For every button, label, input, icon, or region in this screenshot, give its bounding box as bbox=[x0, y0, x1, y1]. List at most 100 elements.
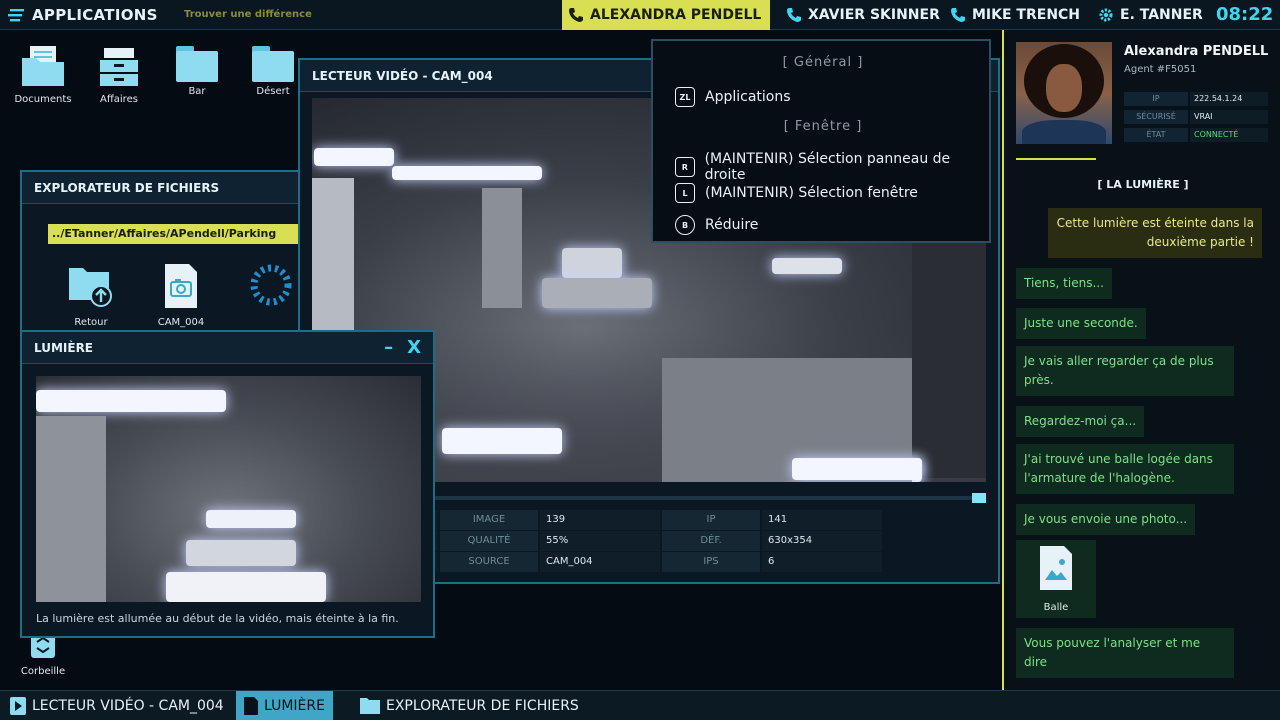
explorer-item-label: Retour bbox=[74, 317, 108, 328]
chat-message-received: Tiens, tiens... bbox=[1016, 268, 1112, 299]
desktop-icon-documents[interactable]: Documents bbox=[8, 46, 78, 105]
info-key: IMAGE bbox=[440, 510, 538, 530]
menu-item-minimize[interactable]: B Réduire bbox=[675, 215, 758, 235]
play-file-icon bbox=[10, 697, 26, 715]
menu-item-label: Réduire bbox=[705, 217, 759, 233]
info-key: IP bbox=[662, 510, 760, 530]
agent-id: Agent #F5051 bbox=[1124, 64, 1197, 75]
chat-topic: [ LA LUMIÈRE ] bbox=[1097, 178, 1189, 191]
taskbar-label: LECTEUR VIDÉO - CAM_004 bbox=[32, 698, 224, 714]
gear-icon bbox=[1099, 8, 1113, 22]
window-title: LECTEUR VIDÉO - CAM_004 bbox=[312, 68, 493, 83]
lumiere-image bbox=[36, 376, 421, 602]
desktop-icon-label: Affaires bbox=[100, 94, 138, 105]
info-value: 55% bbox=[540, 531, 660, 551]
avatar bbox=[1016, 42, 1112, 144]
chat-attachment-balle[interactable]: Balle bbox=[1016, 540, 1096, 618]
explorer-path: ../ETanner/Affaires/APendell/Parking bbox=[48, 224, 298, 244]
info-key: IPS bbox=[662, 552, 760, 572]
file-explorer-window[interactable]: EXPLORATEUR DE FICHIERS ../ETanner/Affai… bbox=[20, 170, 310, 350]
taskbar: LECTEUR VIDÉO - CAM_004 LUMIÈRE EXPLORAT… bbox=[0, 690, 1280, 720]
menu-item-label: Applications bbox=[705, 89, 791, 105]
info-key: SÉCURISÉ bbox=[1124, 110, 1188, 124]
info-key: QUALITÉ bbox=[440, 531, 538, 551]
info-value: 141 bbox=[762, 510, 882, 530]
explorer-item-label: CAM_004 bbox=[157, 317, 205, 328]
info-key: DÉF. bbox=[662, 531, 760, 551]
phone-icon bbox=[951, 8, 965, 22]
controls-menu: [ Général ] ZL Applications [ Fenêtre ] … bbox=[651, 39, 991, 243]
contact-e-tanner[interactable]: E. TANNER bbox=[1092, 0, 1209, 30]
b-button-icon: B bbox=[675, 215, 695, 235]
desktop-icon-bar[interactable]: Bar bbox=[162, 46, 232, 97]
zl-button-icon: ZL bbox=[675, 87, 695, 107]
attachment-label: Balle bbox=[1043, 602, 1069, 613]
info-value: 222.54.1.24 bbox=[1190, 92, 1268, 106]
lumiere-caption: La lumière est allumée au début de la vi… bbox=[36, 612, 399, 625]
lumiere-window[interactable]: LUMIÈRE – X La lumière est allumée au dé… bbox=[20, 330, 435, 638]
agent-info-state: ÉTAT CONNECTÉ bbox=[1124, 128, 1268, 142]
menu-heading-window: [ Fenêtre ] bbox=[783, 119, 863, 134]
desktop-icon-affaires[interactable]: Affaires bbox=[84, 46, 154, 105]
taskbar-item-file-explorer[interactable]: EXPLORATEUR DE FICHIERS bbox=[352, 691, 587, 720]
contact-label: E. TANNER bbox=[1120, 7, 1203, 23]
info-value: CAM_004 bbox=[540, 552, 660, 572]
agent-chat-panel[interactable]: Alexandra PENDELL Agent #F5051 IP 222.54… bbox=[1002, 30, 1280, 690]
image-file-icon bbox=[1040, 546, 1072, 590]
folder-upload-icon bbox=[69, 268, 112, 307]
taskbar-item-lumiere[interactable]: LUMIÈRE bbox=[236, 691, 333, 720]
menu-item-select-right-panel[interactable]: R (MAINTENIR) Sélection panneau de droit… bbox=[675, 151, 989, 183]
contact-xavier-skinner[interactable]: XAVIER SKINNER bbox=[780, 0, 946, 30]
documents-folder-icon bbox=[22, 46, 64, 86]
agent-name: Alexandra PENDELL bbox=[1124, 44, 1269, 59]
desktop-icon-label: Documents bbox=[14, 94, 72, 105]
hint-text: Trouver une différence bbox=[184, 9, 312, 20]
menu-heading-general: [ Général ] bbox=[782, 55, 864, 70]
window-title: LUMIÈRE bbox=[34, 340, 94, 355]
desktop-icon-label: Corbeille bbox=[20, 666, 66, 677]
chat-message-received: Juste une seconde. bbox=[1016, 308, 1146, 339]
chat-message-received: Regardez-moi ça... bbox=[1016, 406, 1145, 437]
menu-item-label: (MAINTENIR) Sélection panneau de droite bbox=[704, 151, 951, 183]
image-file-icon bbox=[165, 264, 197, 308]
lumiere-titlebar[interactable]: LUMIÈRE – X bbox=[22, 332, 433, 364]
phone-icon bbox=[787, 8, 801, 22]
window-title: EXPLORATEUR DE FICHIERS bbox=[34, 180, 220, 195]
info-value: 6 bbox=[762, 552, 882, 572]
contact-label: ALEXANDRA PENDELL bbox=[590, 7, 762, 23]
agent-info-secure: SÉCURISÉ VRAI bbox=[1124, 110, 1268, 124]
menu-item-select-window[interactable]: L (MAINTENIR) Sélection fenêtre bbox=[675, 183, 918, 203]
chat-message-received: Vous pouvez l'analyser et me dire bbox=[1016, 628, 1234, 678]
applications-menu[interactable]: APPLICATIONS bbox=[8, 4, 158, 26]
desktop-icon-label: Bar bbox=[188, 86, 206, 97]
folder-icon bbox=[360, 698, 380, 714]
video-progress-handle[interactable] bbox=[972, 493, 986, 503]
contact-alexandra-pendell[interactable]: ALEXANDRA PENDELL bbox=[562, 0, 770, 30]
status-badge: CONNECTÉ bbox=[1190, 128, 1268, 142]
explorer-item-retour[interactable]: Retour bbox=[56, 264, 126, 328]
file-explorer-titlebar[interactable]: EXPLORATEUR DE FICHIERS bbox=[22, 172, 308, 204]
info-key: ÉTAT bbox=[1124, 128, 1188, 142]
contact-mike-trench[interactable]: MIKE TRENCH bbox=[944, 0, 1086, 30]
file-cabinet-icon bbox=[100, 48, 138, 86]
close-button[interactable]: X bbox=[407, 337, 421, 358]
folder-icon bbox=[176, 46, 218, 82]
chat-message-received: J'ai trouvé une balle logée dans l'armat… bbox=[1016, 444, 1234, 494]
info-value: VRAI bbox=[1190, 110, 1268, 124]
r-button-icon: R bbox=[675, 157, 695, 177]
menu-item-label: (MAINTENIR) Sélection fenêtre bbox=[705, 185, 918, 201]
chat-message-received: Je vais aller regarder ça de plus près. bbox=[1016, 346, 1234, 396]
desktop-icon-corbeille[interactable]: Corbeille bbox=[8, 632, 78, 677]
chat-message-sent: Cette lumière est éteinte dans la deuxiè… bbox=[1048, 208, 1262, 258]
menu-item-applications[interactable]: ZL Applications bbox=[675, 87, 791, 107]
avatar-underline bbox=[1016, 158, 1096, 160]
info-key: SOURCE bbox=[440, 552, 538, 572]
taskbar-item-video-player[interactable]: LECTEUR VIDÉO - CAM_004 bbox=[2, 691, 232, 720]
minimize-button[interactable]: – bbox=[384, 337, 393, 358]
taskbar-label: EXPLORATEUR DE FICHIERS bbox=[386, 698, 579, 714]
explorer-item-cam004[interactable]: CAM_004 bbox=[146, 264, 216, 328]
contact-label: MIKE TRENCH bbox=[972, 7, 1081, 23]
applications-title: APPLICATIONS bbox=[32, 6, 158, 24]
info-value: 139 bbox=[540, 510, 660, 530]
top-bar: APPLICATIONS Trouver une différence ALEX… bbox=[0, 0, 1280, 30]
